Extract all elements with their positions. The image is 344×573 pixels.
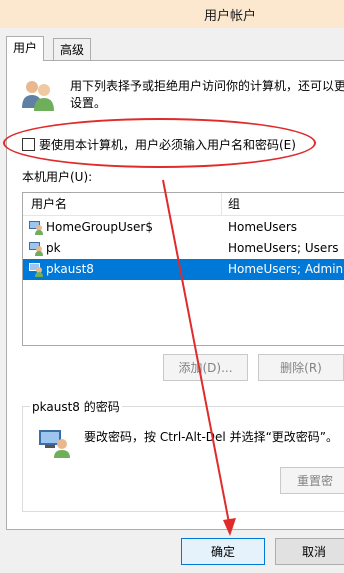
tab-users[interactable]: 用户 xyxy=(6,36,45,61)
annotation-arrow xyxy=(162,179,236,536)
